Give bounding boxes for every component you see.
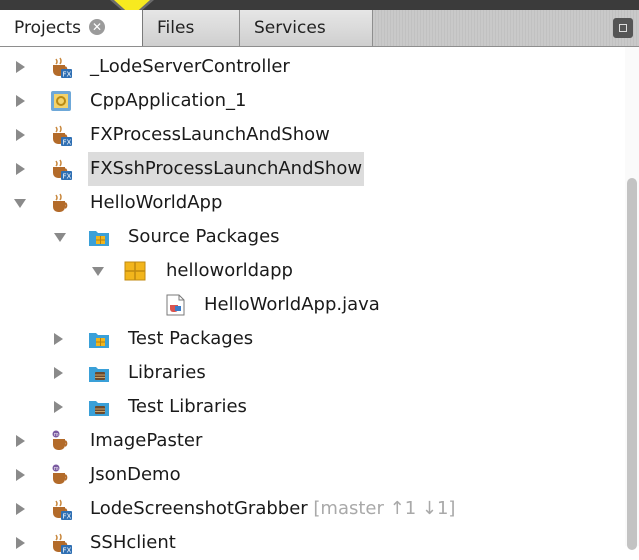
expand-arrow-icon[interactable] bbox=[54, 333, 63, 345]
collapse-arrow-icon[interactable] bbox=[54, 233, 66, 242]
expand-arrow-icon[interactable] bbox=[16, 469, 25, 481]
package-icon bbox=[124, 260, 146, 282]
expand-arrow-icon[interactable] bbox=[16, 129, 25, 141]
tab-files[interactable]: Files bbox=[143, 10, 240, 46]
tree-item-libraries[interactable]: Libraries bbox=[0, 356, 600, 390]
tree-item-imagepaster[interactable]: m ImagePaster bbox=[0, 424, 600, 458]
tree-item-label: CppApplication_1 bbox=[90, 90, 247, 111]
tree-item-label: Test Packages bbox=[128, 328, 254, 349]
tab-files-label: Files bbox=[157, 18, 195, 38]
tree-item-label: JsonDemo bbox=[90, 464, 181, 485]
window-top-border bbox=[0, 0, 639, 10]
tree-item-label: SSHclient bbox=[90, 532, 176, 553]
git-branch-status: [master ↑1 ↓1] bbox=[313, 498, 456, 519]
javafx-project-icon: FX bbox=[50, 56, 72, 79]
library-icon bbox=[88, 362, 110, 384]
javafx-project-icon: FX bbox=[50, 124, 72, 147]
cpp-project-icon bbox=[50, 90, 72, 112]
tree-item-label: _LodeServerController bbox=[90, 56, 290, 77]
tree-item-label: ImagePaster bbox=[90, 430, 203, 451]
tree-item-label: Test Libraries bbox=[128, 396, 247, 417]
svg-text:FX: FX bbox=[63, 513, 72, 521]
tree-item-jsondemo[interactable]: m JsonDemo bbox=[0, 458, 600, 492]
maven-project-icon: m bbox=[50, 430, 72, 452]
collapse-arrow-icon[interactable] bbox=[14, 199, 26, 208]
expand-arrow-icon[interactable] bbox=[16, 503, 25, 515]
javafx-project-icon: FX bbox=[50, 532, 72, 555]
tree-item-label: FXProcessLaunchAndShow bbox=[90, 124, 330, 145]
svg-text:FX: FX bbox=[63, 71, 72, 79]
tree-item-label: HelloWorldApp.java bbox=[204, 294, 380, 315]
tab-services[interactable]: Services bbox=[240, 10, 373, 46]
tree-item-helloworldapp[interactable]: HelloWorldApp bbox=[0, 186, 600, 220]
tree-item-lodescreenshotgrabber[interactable]: FX LodeScreenshotGrabber [master ↑1 ↓1] bbox=[0, 492, 600, 526]
source-folder-icon bbox=[88, 328, 110, 350]
tree-item-test-packages[interactable]: Test Packages bbox=[0, 322, 600, 356]
java-file-icon bbox=[164, 294, 186, 316]
tree-item-label: helloworldapp bbox=[166, 260, 293, 281]
tree-item-label: Libraries bbox=[128, 362, 206, 383]
tree-item-label: HelloWorldApp bbox=[90, 192, 223, 213]
tree-item-label: LodeScreenshotGrabber [master ↑1 ↓1] bbox=[88, 492, 457, 526]
tree-item-label: Source Packages bbox=[128, 226, 280, 247]
javafx-project-icon: FX bbox=[50, 498, 72, 521]
tree-item-cppapplication[interactable]: CppApplication_1 bbox=[0, 84, 600, 118]
expand-arrow-icon[interactable] bbox=[54, 401, 63, 413]
expand-arrow-icon[interactable] bbox=[16, 61, 25, 73]
svg-text:m: m bbox=[54, 432, 59, 438]
javafx-project-icon: FX bbox=[50, 158, 72, 181]
tree-item-label: FXSshProcessLaunchAndShow bbox=[88, 152, 365, 186]
tab-bar: Projects ✕ Files Services bbox=[0, 10, 639, 47]
svg-text:FX: FX bbox=[63, 139, 72, 147]
tab-services-label: Services bbox=[254, 18, 326, 38]
svg-text:m: m bbox=[54, 466, 59, 472]
maven-project-icon: m bbox=[50, 464, 72, 486]
tree-item-package-helloworldapp[interactable]: helloworldapp bbox=[0, 254, 600, 288]
tab-projects[interactable]: Projects ✕ bbox=[0, 10, 143, 46]
collapse-arrow-icon[interactable] bbox=[92, 267, 104, 276]
svg-text:FX: FX bbox=[63, 547, 72, 555]
svg-text:FX: FX bbox=[63, 173, 72, 181]
expand-arrow-icon[interactable] bbox=[16, 95, 25, 107]
scrollbar-thumb[interactable] bbox=[627, 178, 637, 550]
expand-arrow-icon[interactable] bbox=[54, 367, 63, 379]
library-icon bbox=[88, 396, 110, 418]
expand-arrow-icon[interactable] bbox=[16, 537, 25, 549]
tree-item-fxprocesslaunchandshow[interactable]: FX FXProcessLaunchAndShow bbox=[0, 118, 600, 152]
tree-item-fxsshprocesslaunchandshow[interactable]: FX FXSshProcessLaunchAndShow bbox=[0, 152, 600, 186]
tree-item-lodeservercontroller[interactable]: FX _LodeServerController bbox=[0, 50, 600, 84]
tree-item-helloworldapp-java[interactable]: HelloWorldApp.java bbox=[0, 288, 600, 322]
source-folder-icon bbox=[88, 226, 110, 248]
expand-arrow-icon[interactable] bbox=[16, 435, 25, 447]
tree-item-test-libraries[interactable]: Test Libraries bbox=[0, 390, 600, 424]
expand-arrow-icon[interactable] bbox=[16, 163, 25, 175]
tree-item-source-packages[interactable]: Source Packages bbox=[0, 220, 600, 254]
minimize-window-button[interactable] bbox=[613, 18, 633, 38]
tab-projects-label: Projects bbox=[14, 18, 82, 38]
close-tab-icon[interactable]: ✕ bbox=[89, 18, 106, 35]
project-name: LodeScreenshotGrabber bbox=[90, 498, 308, 519]
tree-item-sshclient[interactable]: FX SSHclient bbox=[0, 526, 600, 560]
project-tree: FX _LodeServerController CppApplication_… bbox=[0, 47, 639, 555]
java-project-icon bbox=[50, 192, 72, 214]
